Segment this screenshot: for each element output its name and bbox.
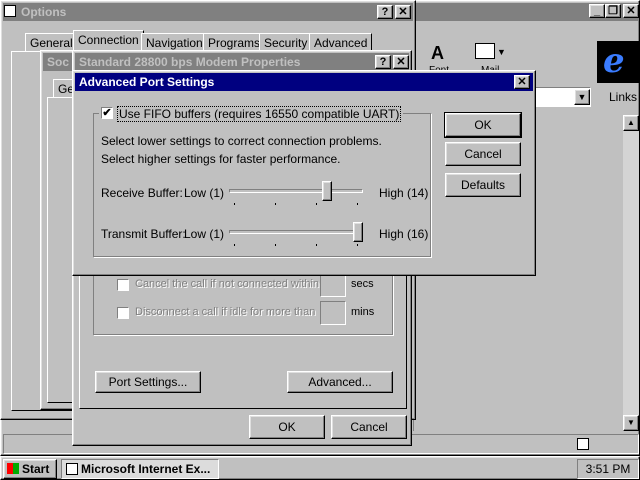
tab-security[interactable]: Security <box>259 33 313 51</box>
receive-buffer-label: Receive Buffer: <box>101 186 183 200</box>
options-icon <box>4 5 16 17</box>
advanced-port-close-button[interactable]: ✕ <box>514 75 530 89</box>
windows-logo-icon <box>7 463 19 474</box>
links-label[interactable]: Links <box>609 90 637 104</box>
socks-title: Soc <box>47 55 70 69</box>
hint-line-1: Select lower settings to correct connect… <box>101 134 382 148</box>
cancel-call-secs-input[interactable] <box>320 273 346 297</box>
advanced-port-cancel-button[interactable]: Cancel <box>445 142 521 166</box>
disconnect-label: Disconnect a call if idle for more than <box>135 306 316 318</box>
taskbar-item-ie[interactable]: Microsoft Internet Ex... <box>61 459 219 479</box>
browser-close-button[interactable]: ✕ <box>623 4 639 18</box>
disconnect-checkbox[interactable] <box>117 307 129 319</box>
mins-label: mins <box>351 306 375 318</box>
transmit-tick <box>275 244 276 246</box>
tab-general[interactable]: General <box>25 33 78 51</box>
receive-slider-track <box>229 189 363 193</box>
tab-navigation[interactable]: Navigation <box>141 33 208 51</box>
ie-taskbar-icon <box>66 463 78 475</box>
advanced-port-cancel-label: Cancel <box>464 147 502 161</box>
receive-high-label: High (14) <box>379 186 429 200</box>
taskbar-item-label: Microsoft Internet Ex... <box>81 462 211 476</box>
transmit-tick <box>316 244 317 246</box>
receive-buffer-slider[interactable] <box>229 179 363 207</box>
vertical-scrollbar[interactable] <box>623 115 639 431</box>
receive-tick <box>357 203 358 205</box>
address-dropdown-button[interactable]: ▼ <box>574 89 590 105</box>
advanced-port-defaults-label: Defaults <box>460 178 506 192</box>
receive-low-label: Low (1) <box>184 186 225 200</box>
transmit-slider-track <box>229 230 363 234</box>
advanced-port-titlebar: Advanced Port Settings <box>75 73 533 91</box>
start-label: Start <box>22 462 50 476</box>
hint-line-2: Select higher settings for faster perfor… <box>101 152 341 166</box>
mail-icon[interactable] <box>475 43 495 59</box>
fifo-row[interactable]: ✔ Use FIFO buffers (requires 16550 compa… <box>99 106 404 122</box>
scroll-up-button[interactable]: ▲ <box>623 115 639 131</box>
modem-titlebar: Standard 28800 bps Modem Properties <box>75 53 409 71</box>
advanced-port-ok-button[interactable]: OK <box>444 112 522 138</box>
scroll-down-button[interactable]: ▼ <box>623 415 639 431</box>
tab-advanced[interactable]: Advanced <box>309 33 373 51</box>
start-button[interactable]: Start <box>3 459 57 479</box>
modem-close-button[interactable]: ✕ <box>393 55 409 69</box>
system-tray: 3:51 PM <box>577 459 639 479</box>
transmit-high-label: High (16) <box>379 227 429 241</box>
tab-programs[interactable]: Programs <box>203 33 266 51</box>
transmit-buffer-label: Transmit Buffer: <box>101 227 186 241</box>
modem-help-button[interactable]: ? <box>375 55 391 69</box>
disconnect-mins-input[interactable] <box>320 301 346 325</box>
advanced-port-defaults-button[interactable]: Defaults <box>445 173 521 197</box>
font-icon[interactable]: A <box>431 43 453 63</box>
modem-cancel-label: Cancel <box>350 420 388 434</box>
transmit-tick <box>357 244 358 246</box>
receive-tick <box>275 203 276 205</box>
cancel-call-label: Cancel the call if not connected within <box>135 278 320 290</box>
modem-title: Standard 28800 bps Modem Properties <box>79 55 301 69</box>
secs-label: secs <box>351 278 374 290</box>
browser-restore-button[interactable]: ❐ <box>605 4 621 18</box>
chevron-down-icon[interactable]: ▼ <box>497 47 506 57</box>
modem-advanced-label: Advanced... <box>308 375 372 389</box>
options-help-button[interactable]: ? <box>377 5 393 19</box>
clock[interactable]: 3:51 PM <box>586 462 631 476</box>
transmit-tick <box>234 244 235 246</box>
status-ie-icon <box>577 438 589 450</box>
port-settings-button[interactable]: Port Settings... <box>95 371 201 393</box>
tab-connection[interactable]: Connection <box>73 30 144 51</box>
modem-ok-label: OK <box>278 420 296 434</box>
transmit-low-label: Low (1) <box>184 227 225 241</box>
browser-minimize-button[interactable]: _ <box>589 4 605 18</box>
port-settings-label: Port Settings... <box>108 375 188 389</box>
options-close-button[interactable]: ✕ <box>395 5 411 19</box>
transmit-buffer-slider[interactable] <box>229 220 363 248</box>
cancel-call-checkbox[interactable] <box>117 279 129 291</box>
receive-tick <box>316 203 317 205</box>
fifo-label: Use FIFO buffers (requires 16550 compati… <box>117 106 402 122</box>
advanced-port-dialog: Advanced Port Settings ✕ ✔ Use FIFO buff… <box>72 70 536 276</box>
modem-advanced-button[interactable]: Advanced... <box>287 371 393 393</box>
fifo-checkbox[interactable]: ✔ <box>101 107 113 119</box>
options-titlebar: Options <box>3 3 413 21</box>
modem-ok-button[interactable]: OK <box>249 415 325 439</box>
advanced-port-ok-label: OK <box>474 118 492 132</box>
receive-tick <box>234 203 235 205</box>
transmit-slider-thumb[interactable] <box>353 222 363 242</box>
ie-logo-icon: e <box>597 41 639 83</box>
advanced-port-title: Advanced Port Settings <box>79 75 215 89</box>
receive-slider-thumb[interactable] <box>322 181 332 201</box>
taskbar: Start Microsoft Internet Ex... 3:51 PM <box>0 456 640 480</box>
modem-cancel-button[interactable]: Cancel <box>331 415 407 439</box>
